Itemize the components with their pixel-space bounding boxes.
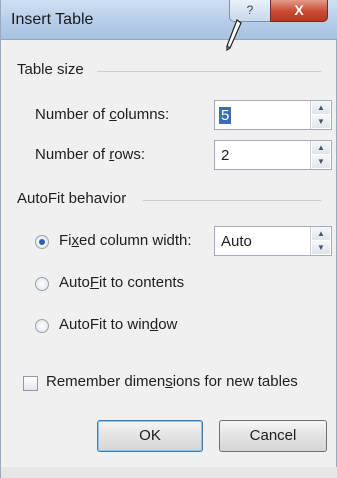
title-bar[interactable]: Insert Table ? X <box>1 0 337 40</box>
autofit-heading: AutoFit behavior <box>17 190 127 207</box>
columns-label: Number of columns: <box>35 106 170 123</box>
dialog-content: Table size Number of columns: 5 ▲ ▼ Numb… <box>1 40 337 478</box>
table-size-divider <box>97 71 321 72</box>
close-icon: X <box>294 2 304 18</box>
fixed-width-option[interactable]: Fixed column width: <box>35 231 205 255</box>
autofit-window-radio[interactable] <box>35 319 49 333</box>
chevron-down-icon[interactable]: ▼ <box>312 115 330 128</box>
column-width-value[interactable]: Auto <box>221 233 252 250</box>
insert-table-dialog: Insert Table ? X Table size Number of co… <box>0 0 337 478</box>
autofit-contents-radio[interactable] <box>35 277 49 291</box>
columns-spinner[interactable]: 5 ▲ ▼ <box>214 100 332 130</box>
table-size-heading: Table size <box>17 61 84 78</box>
cancel-button[interactable]: Cancel <box>219 420 327 452</box>
autofit-window-label: AutoFit to window <box>59 316 178 333</box>
help-icon: ? <box>246 3 254 17</box>
chevron-down-icon[interactable]: ▼ <box>312 241 330 254</box>
autofit-contents-option[interactable]: AutoFit to contents <box>35 273 235 297</box>
remember-checkbox[interactable] <box>23 376 38 391</box>
autofit-contents-label: AutoFit to contents <box>59 274 185 291</box>
columns-value[interactable]: 5 <box>219 107 232 124</box>
columns-spin-buttons: ▲ ▼ <box>310 101 331 129</box>
dialog-title: Insert Table <box>11 11 94 28</box>
chevron-up-icon[interactable]: ▲ <box>312 227 330 240</box>
rows-label: Number of rows: <box>35 146 146 163</box>
remember-label[interactable]: Remember dimensions for new tables <box>46 373 298 390</box>
rows-spin-buttons: ▲ ▼ <box>310 141 331 169</box>
close-button[interactable]: X <box>270 0 328 22</box>
autofit-divider <box>143 200 321 201</box>
column-width-spin-buttons: ▲ ▼ <box>310 227 331 255</box>
fixed-width-label: Fixed column width: <box>59 232 192 249</box>
ok-button[interactable]: OK <box>97 420 203 452</box>
fixed-width-radio[interactable] <box>35 235 49 249</box>
chevron-up-icon[interactable]: ▲ <box>312 141 330 154</box>
column-width-spinner[interactable]: Auto ▲ ▼ <box>214 226 332 256</box>
chevron-down-icon[interactable]: ▼ <box>312 155 330 168</box>
rows-spinner[interactable]: 2 ▲ ▼ <box>214 140 332 170</box>
dialog-footer <box>1 467 337 478</box>
chevron-up-icon[interactable]: ▲ <box>312 101 330 114</box>
rows-value[interactable]: 2 <box>221 147 229 164</box>
autofit-window-option[interactable]: AutoFit to window <box>35 315 235 339</box>
